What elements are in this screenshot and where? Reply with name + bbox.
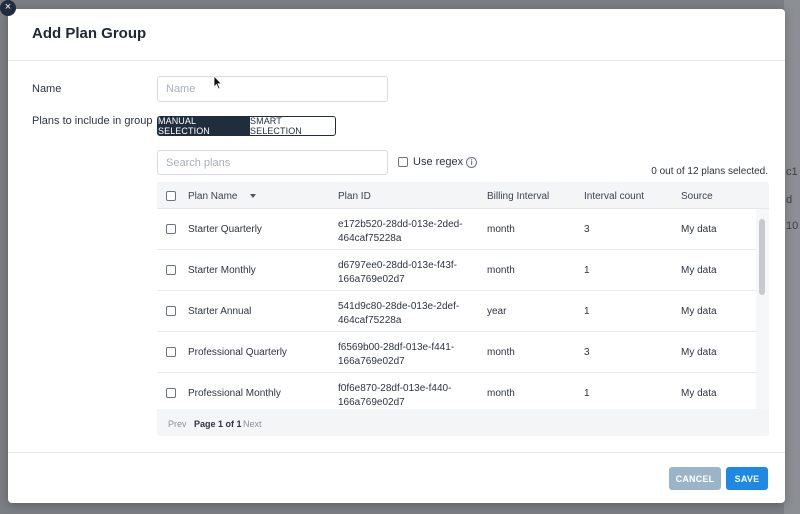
row-checkbox[interactable] [166, 224, 176, 234]
column-plan-id: Plan ID [338, 191, 371, 202]
modal-footer: CANCEL SAVE [8, 452, 785, 503]
billing-interval: year [487, 306, 507, 317]
prev-page-link[interactable]: Prev [168, 419, 187, 429]
sort-down-icon[interactable] [250, 194, 256, 198]
interval-count: 1 [584, 265, 590, 276]
plan-id-line: d6797ee0-28dd-013e-f43f- [338, 260, 457, 271]
background-text: 10 [786, 220, 799, 232]
regex-label: Use regex [413, 156, 464, 168]
plan-id: e172b520-28dd-013e-2ded- 464caf75228a [338, 218, 463, 246]
plan-id: d6797ee0-28dd-013e-f43f- 166a769e02d7 [338, 259, 457, 287]
plan-id-line: 166a769e02d7 [338, 356, 405, 367]
pagination: Prev Page 1 of 1 Next [157, 409, 769, 436]
source: My data [681, 224, 717, 235]
next-page-link[interactable]: Next [243, 419, 262, 429]
add-plan-group-modal: Add Plan Group Name Plans to include in … [8, 9, 785, 503]
regex-checkbox[interactable] [398, 157, 408, 167]
table-row[interactable]: Starter Quarterly e172b520-28dd-013e-2de… [157, 209, 757, 250]
plan-name: Professional Quarterly [188, 347, 287, 358]
source: My data [681, 347, 717, 358]
row-checkbox[interactable] [166, 388, 176, 398]
modal-title: Add Plan Group [32, 25, 147, 42]
table-row[interactable]: Starter Annual 541d9c80-28de-013e-2def- 4… [157, 291, 757, 332]
column-source: Source [681, 191, 713, 202]
interval-count: 1 [584, 388, 590, 399]
column-plan-name[interactable]: Plan Name [188, 191, 237, 202]
table-body: Starter Quarterly e172b520-28dd-013e-2de… [157, 209, 757, 409]
background-text: d [786, 194, 793, 206]
plans-label: Plans to include in group [32, 115, 153, 127]
table-header: Plan Name Plan ID Billing Interval Inter… [157, 182, 769, 209]
plan-name: Starter Quarterly [188, 224, 262, 235]
plan-name: Starter Monthly [188, 265, 256, 276]
table-row[interactable]: Professional Quarterly f6569b00-28df-013… [157, 332, 757, 373]
source: My data [681, 265, 717, 276]
selection-count: 0 out of 12 plans selected. [651, 166, 768, 177]
plan-id-line: 166a769e02d7 [338, 274, 405, 285]
column-billing-interval: Billing Interval [487, 191, 550, 202]
plan-id-line: 464caf75228a [338, 233, 402, 244]
plan-id-line: 166a769e02d7 [338, 397, 405, 408]
modal-header: Add Plan Group [8, 9, 785, 61]
cancel-button[interactable]: CANCEL [669, 467, 721, 490]
manual-selection-tab[interactable]: MANUAL SELECTION [157, 116, 250, 136]
table-scrollbar[interactable] [756, 209, 769, 409]
close-icon[interactable]: × [0, 0, 16, 16]
billing-interval: month [487, 388, 515, 399]
plan-id-line: 541d9c80-28de-013e-2def- [338, 301, 460, 312]
plan-name: Professional Monthly [188, 388, 281, 399]
plan-id: f0f6e870-28df-013e-f440- 166a769e02d7 [338, 382, 451, 409]
save-button[interactable]: SAVE [726, 467, 768, 490]
row-checkbox[interactable] [166, 265, 176, 275]
row-checkbox[interactable] [166, 306, 176, 316]
billing-interval: month [487, 224, 515, 235]
row-checkbox[interactable] [166, 347, 176, 357]
plans-table: Plan Name Plan ID Billing Interval Inter… [157, 182, 769, 436]
plan-id-line: f0f6e870-28df-013e-f440- [338, 383, 452, 394]
plan-id: f6569b00-28df-013e-f441- 166a769e02d7 [338, 341, 454, 369]
info-icon[interactable]: i [466, 156, 478, 168]
plan-id-line: 464caf75228a [338, 315, 402, 326]
billing-interval: month [487, 265, 515, 276]
plan-id-line: e172b520-28dd-013e-2ded- [338, 219, 463, 230]
table-row[interactable]: Professional Monthly f0f6e870-28df-013e-… [157, 373, 757, 409]
interval-count: 1 [584, 306, 590, 317]
billing-interval: month [487, 347, 515, 358]
column-interval-count: Interval count [584, 191, 645, 202]
background-text: c1 [786, 166, 798, 178]
table-row[interactable]: Starter Monthly d6797ee0-28dd-013e-f43f-… [157, 250, 757, 291]
name-input[interactable] [157, 76, 388, 102]
scroll-thumb[interactable] [759, 219, 765, 295]
plan-id-line: f6569b00-28df-013e-f441- [338, 342, 455, 353]
select-all-checkbox[interactable] [166, 191, 176, 201]
smart-selection-tab[interactable]: SMART SELECTION [249, 116, 336, 136]
source: My data [681, 306, 717, 317]
mouse-pointer-icon [213, 75, 223, 90]
search-plans-input[interactable] [157, 150, 388, 175]
use-regex-toggle[interactable]: Use regex i [398, 156, 478, 168]
name-label: Name [32, 83, 62, 95]
interval-count: 3 [584, 224, 590, 235]
page-indicator: Page 1 of 1 [194, 419, 242, 429]
plan-name: Starter Annual [188, 306, 252, 317]
source: My data [681, 388, 717, 399]
background-page [784, 0, 800, 514]
plan-id: 541d9c80-28de-013e-2def- 464caf75228a [338, 300, 459, 328]
interval-count: 3 [584, 347, 590, 358]
